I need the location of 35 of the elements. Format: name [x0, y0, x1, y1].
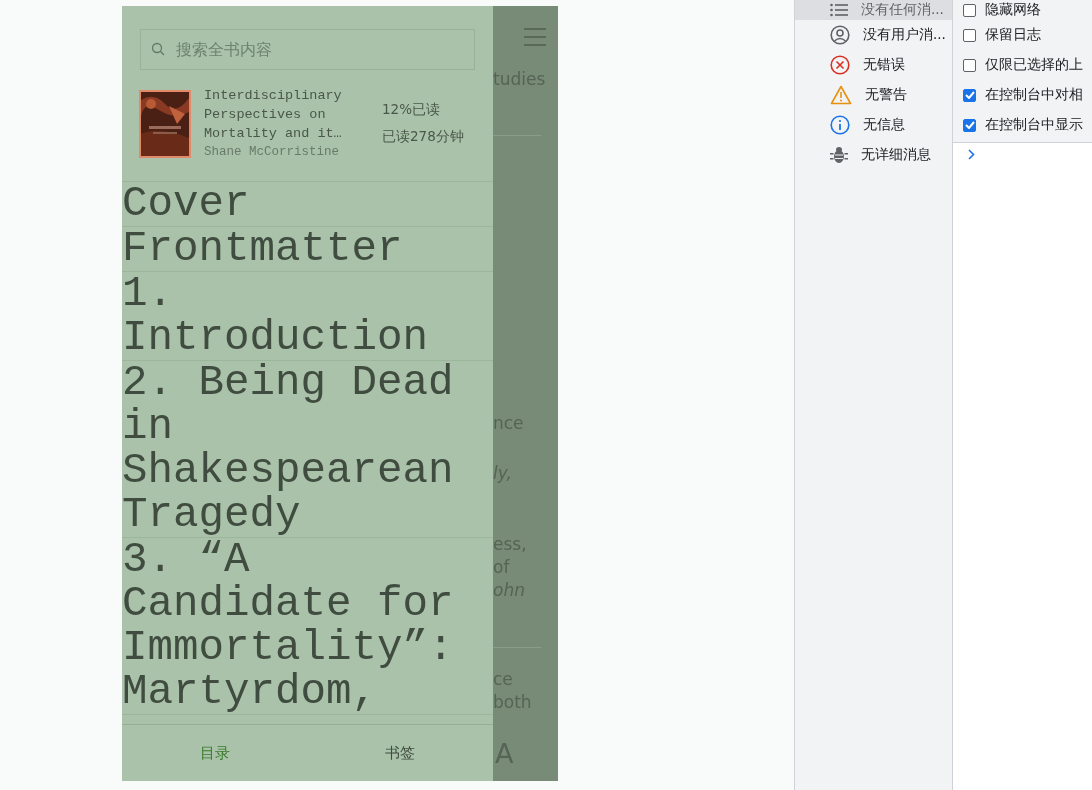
info-icon: [830, 115, 850, 135]
filter-item[interactable]: 无详细消息: [795, 140, 952, 170]
filter-item[interactable]: 没有任何消...: [795, 0, 952, 20]
reading-time: 已读278分钟: [382, 126, 464, 146]
filter-item[interactable]: 没有用户消...: [795, 20, 952, 50]
book-author: Shane McCorristine: [204, 144, 341, 161]
chapter-link[interactable]: 3. “A Candidate for Immortality”: Martyrdom,: [122, 538, 493, 715]
book-title: Interdisciplinary Perspectives on Mortality and it…: [204, 87, 343, 143]
user-icon: [830, 25, 850, 45]
chapter-link[interactable]: Cover: [122, 182, 493, 227]
chapter-link[interactable]: 1. Introduction: [122, 272, 493, 361]
chapter-link[interactable]: Frontmatter: [122, 227, 493, 272]
option-checkbox[interactable]: 仅限已选择的上: [953, 50, 1092, 80]
warning-icon: [830, 85, 852, 105]
checkbox[interactable]: [963, 3, 976, 17]
error-icon: [830, 55, 850, 75]
option-checkbox[interactable]: 隐藏网络: [953, 0, 1092, 20]
chapter-link[interactable]: 2. Being Dead in Shakespearean Tragedy: [122, 361, 493, 538]
option-checkbox[interactable]: 在控制台中对相: [953, 80, 1092, 110]
checkbox[interactable]: [963, 118, 976, 132]
search-icon: [151, 42, 165, 56]
bug-icon: [830, 145, 848, 165]
chevron-icon[interactable]: [968, 149, 975, 160]
list-icon: [830, 3, 848, 17]
option-checkbox[interactable]: 保留日志: [953, 20, 1092, 50]
percent-read-label: 12%已读: [382, 99, 441, 119]
filter-item[interactable]: 无错误: [795, 50, 952, 80]
checkbox[interactable]: [963, 58, 976, 72]
option-checkbox[interactable]: 在控制台中显示: [953, 110, 1092, 140]
filter-item[interactable]: 无警告: [795, 80, 952, 110]
tab[interactable]: 书签: [307, 725, 493, 781]
search-field[interactable]: 搜索全书内容: [140, 29, 475, 70]
checkbox[interactable]: [963, 88, 976, 102]
filter-item[interactable]: 无信息: [795, 110, 952, 140]
checkbox[interactable]: [963, 28, 976, 42]
